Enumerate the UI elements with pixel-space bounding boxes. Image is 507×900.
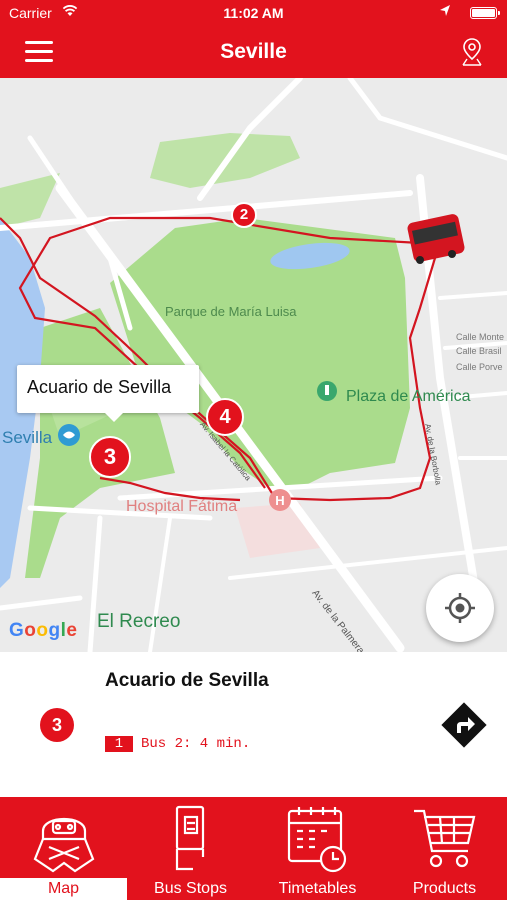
tab-map[interactable]: Map xyxy=(0,797,127,900)
google-logo: Google xyxy=(9,620,78,641)
stop-number-badge: 3 xyxy=(40,708,74,742)
bus-stop-icon xyxy=(175,805,204,871)
street-label: Calle Porve xyxy=(456,362,503,372)
aquarium-pin-icon xyxy=(58,424,80,446)
tab-bar: Map Bus Stops Timetables Products xyxy=(0,797,507,900)
tab-timetables[interactable]: Timetables xyxy=(254,797,381,900)
status-bar: Carrier 11:02 AM xyxy=(0,0,507,26)
hospital-pin-icon: H xyxy=(269,489,291,511)
tab-products[interactable]: Products xyxy=(381,797,507,900)
stop-marker-2[interactable]: 2 xyxy=(231,202,257,228)
stop-marker-3[interactable]: 3 xyxy=(89,436,131,478)
directions-arrow-icon[interactable] xyxy=(440,701,488,749)
park-label: Parque de María Luisa xyxy=(165,304,297,319)
calendar-clock-icon xyxy=(287,807,346,873)
locate-crosshair-icon xyxy=(445,593,475,623)
page-title: Seville xyxy=(220,40,287,63)
street-label: Calle Brasil xyxy=(456,346,502,356)
plaza-pin-icon xyxy=(317,381,337,401)
battery-icon xyxy=(470,7,500,19)
locate-button[interactable] xyxy=(426,574,494,642)
recreo-label: El Recreo xyxy=(97,611,181,632)
plaza-label: Plaza de América xyxy=(346,388,471,405)
tab-bus-stops[interactable]: Bus Stops xyxy=(127,797,254,900)
map-pin-icon[interactable] xyxy=(459,37,485,67)
svg-text:H: H xyxy=(275,493,284,508)
stop-callout[interactable]: Acuario de Sevilla xyxy=(17,365,199,422)
tab-label: Map xyxy=(0,878,127,900)
street-label: Calle Monte xyxy=(456,332,505,342)
tab-label: Products xyxy=(412,880,477,897)
arrival-text: Bus 2: 4 min. xyxy=(141,736,251,752)
sevilla-label: Sevilla xyxy=(2,428,53,447)
stop-marker-4[interactable]: 4 xyxy=(206,398,244,436)
tab-label: Timetables xyxy=(278,880,357,897)
stop-name: Acuario de Sevilla xyxy=(105,670,269,691)
line-badge: 1 xyxy=(105,736,133,752)
arrival-line: 1 Bus 2: 4 min. xyxy=(105,736,250,752)
stop-info-panel: Acuario de Sevilla 3 1 Bus 2: 4 min. xyxy=(0,652,507,797)
hospital-label: Hospital Fátima xyxy=(126,498,238,515)
nav-bar: Seville xyxy=(0,26,507,78)
location-services-icon xyxy=(440,5,450,16)
tab-label: Bus Stops xyxy=(154,880,227,897)
map-view[interactable]: H Parque de María Luisa Plaza de América… xyxy=(0,78,507,652)
shopping-cart-icon xyxy=(413,809,475,868)
bus-guide-icon xyxy=(33,818,94,873)
clock: 11:02 AM xyxy=(223,5,284,21)
